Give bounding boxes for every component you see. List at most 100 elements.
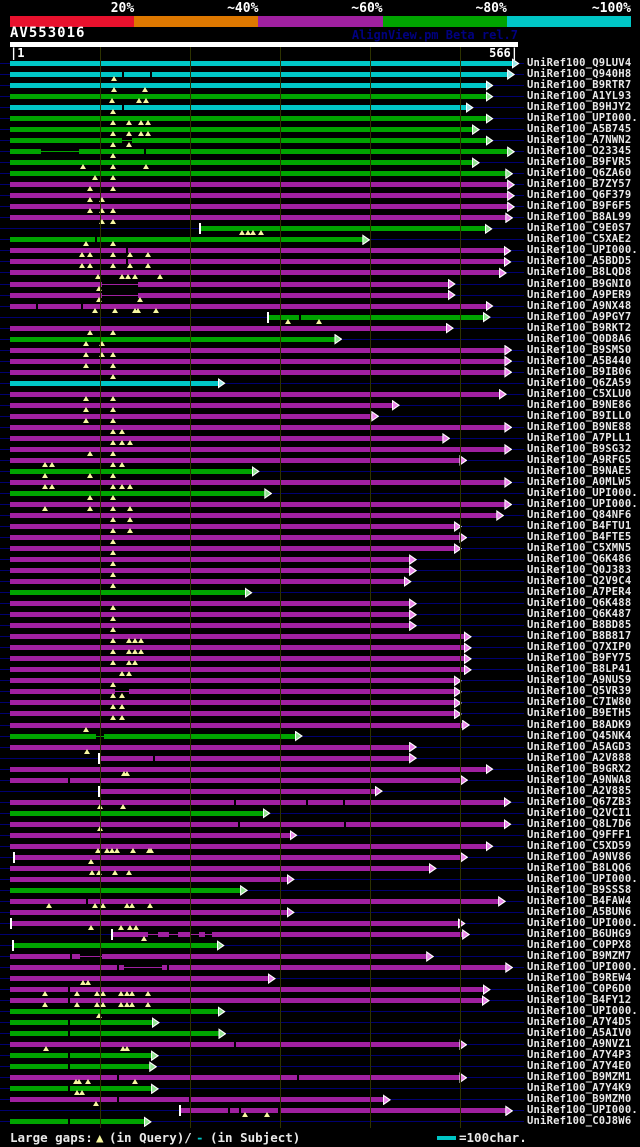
hit-bar[interactable] — [10, 524, 456, 530]
hit-bar[interactable] — [10, 457, 461, 463]
hit-bar[interactable] — [10, 535, 461, 541]
hit-bar[interactable] — [10, 171, 507, 177]
hit-bar[interactable] — [10, 1064, 151, 1070]
hit-bar[interactable] — [99, 788, 376, 794]
hit-bar[interactable] — [10, 1119, 145, 1125]
hit-bar[interactable] — [10, 579, 405, 585]
hit-bar[interactable] — [10, 601, 411, 607]
alignment-row[interactable]: UniRef100_A9NWA8 — [0, 774, 640, 786]
hit-bar[interactable] — [10, 105, 467, 111]
hit-bar[interactable] — [10, 270, 501, 276]
hit-bar[interactable] — [10, 281, 449, 287]
hit-label[interactable]: UniRef100_B8ADK9 — [527, 719, 631, 731]
hit-bar[interactable] — [10, 678, 456, 684]
hit-bar[interactable] — [10, 182, 509, 188]
hit-bar[interactable] — [10, 612, 411, 618]
hit-bar[interactable] — [10, 490, 266, 496]
hit-bar[interactable] — [10, 832, 291, 838]
hit-bar[interactable] — [99, 755, 411, 761]
hit-bar[interactable] — [10, 138, 487, 144]
hit-bar[interactable] — [10, 215, 507, 221]
hit-label[interactable]: UniRef100_B9SMS0 — [527, 344, 631, 356]
alignment-row[interactable]: UniRef100_A2V888 — [0, 752, 640, 764]
hit-bar[interactable] — [10, 94, 487, 100]
hit-bar[interactable] — [10, 127, 474, 133]
hit-bar[interactable] — [10, 325, 447, 331]
hit-bar[interactable] — [13, 943, 218, 948]
hit-bar[interactable] — [10, 237, 364, 243]
hit-label[interactable]: UniRef100_A9PER9 — [527, 289, 631, 301]
hit-bar[interactable] — [10, 446, 506, 452]
alignment-row[interactable]: UniRef100_B9SMS0 — [0, 344, 640, 357]
hit-bar[interactable] — [10, 623, 411, 629]
hit-bar[interactable] — [10, 546, 456, 552]
hit-bar[interactable] — [10, 1009, 219, 1015]
hit-bar[interactable] — [10, 149, 509, 155]
hit-bar[interactable] — [10, 843, 487, 849]
hit-label[interactable]: UniRef100_Q45NK4 — [527, 730, 631, 742]
hit-bar[interactable] — [10, 413, 373, 419]
alignment-row[interactable]: UniRef100_B9RKT2 — [0, 322, 640, 335]
hit-bar[interactable] — [10, 1097, 385, 1103]
alignment-row[interactable]: UniRef100_B9GNI0 — [0, 278, 640, 291]
hit-bar[interactable] — [10, 965, 507, 971]
hit-bar[interactable] — [10, 590, 246, 596]
hit-bar[interactable] — [10, 777, 462, 783]
hit-bar[interactable] — [10, 865, 430, 871]
alignment-row[interactable]: UniRef100_Q0D8A6 — [0, 333, 640, 346]
hit-label[interactable]: UniRef100_A9NWA8 — [527, 774, 631, 786]
hit-bar[interactable] — [11, 920, 459, 926]
alignment-row[interactable]: UniRef100_A9PGY7 — [0, 311, 640, 324]
hit-label[interactable]: UniRef100_A5AGD3 — [527, 741, 631, 753]
alignment-row[interactable]: UniRef100_A9PER9 — [0, 289, 640, 302]
hit-bar[interactable] — [10, 634, 465, 640]
hit-label[interactable]: UniRef100_B9GNI0 — [527, 278, 631, 290]
hit-label[interactable]: UniRef100_A9NX48 — [527, 300, 631, 312]
hit-bar[interactable] — [10, 369, 506, 375]
hit-bar[interactable] — [10, 909, 288, 915]
alignment-row[interactable]: UniRef100_C0J8W6 — [0, 1116, 640, 1128]
hit-bar[interactable] — [10, 380, 219, 386]
hit-bar[interactable] — [10, 667, 465, 673]
hit-bar[interactable] — [10, 876, 288, 882]
hit-label[interactable]: UniRef100_Q0D8A6 — [527, 333, 631, 345]
hit-bar[interactable] — [10, 744, 411, 750]
alignment-row[interactable]: UniRef100_B9ETH5 — [0, 708, 640, 721]
hit-bar[interactable] — [10, 61, 513, 66]
hit-bar[interactable] — [10, 502, 506, 507]
hit-bar[interactable] — [10, 689, 456, 695]
hit-bar[interactable] — [10, 402, 394, 408]
hit-bar[interactable] — [10, 887, 242, 893]
hit-label[interactable]: UniRef100_B8LQD8 — [527, 267, 631, 278]
hit-label[interactable]: UniRef100_C0J8W6 — [527, 1116, 631, 1127]
hit-bar[interactable] — [10, 193, 509, 199]
hit-bar[interactable] — [10, 898, 500, 904]
hit-bar[interactable] — [10, 799, 505, 805]
alignment-row[interactable]: UniRef100_Q45NK4 — [0, 730, 640, 742]
hit-label[interactable]: UniRef100_B9ETH5 — [527, 708, 631, 719]
hit-bar[interactable] — [10, 645, 465, 651]
hit-bar[interactable] — [10, 998, 483, 1004]
hit-bar[interactable] — [10, 1053, 153, 1059]
hit-bar[interactable] — [268, 314, 484, 320]
hit-bar[interactable] — [10, 568, 411, 574]
hit-bar[interactable] — [10, 336, 336, 342]
hit-bar[interactable] — [10, 435, 444, 441]
hit-bar[interactable] — [10, 1020, 153, 1026]
alignment-row[interactable]: UniRef100_B9GRX2 — [0, 763, 640, 776]
hit-bar[interactable] — [10, 424, 506, 430]
hit-label[interactable]: UniRef100_B9GRX2 — [527, 763, 631, 775]
hit-bar[interactable] — [10, 810, 264, 816]
hit-bar[interactable] — [10, 722, 464, 728]
hit-label[interactable]: UniRef100_A9PGY7 — [527, 311, 631, 323]
hit-bar[interactable] — [10, 116, 487, 122]
hit-bar[interactable] — [10, 557, 411, 563]
hit-bar[interactable] — [10, 987, 484, 993]
hit-bar[interactable] — [10, 976, 269, 982]
alignment-row[interactable]: UniRef100_A9NX48 — [0, 300, 640, 313]
hit-bar[interactable] — [10, 83, 487, 89]
hit-bar[interactable] — [10, 204, 509, 210]
hit-bar[interactable] — [10, 1031, 220, 1037]
hit-bar[interactable] — [10, 821, 505, 827]
alignment-row[interactable]: UniRef100_A5AGD3 — [0, 741, 640, 754]
